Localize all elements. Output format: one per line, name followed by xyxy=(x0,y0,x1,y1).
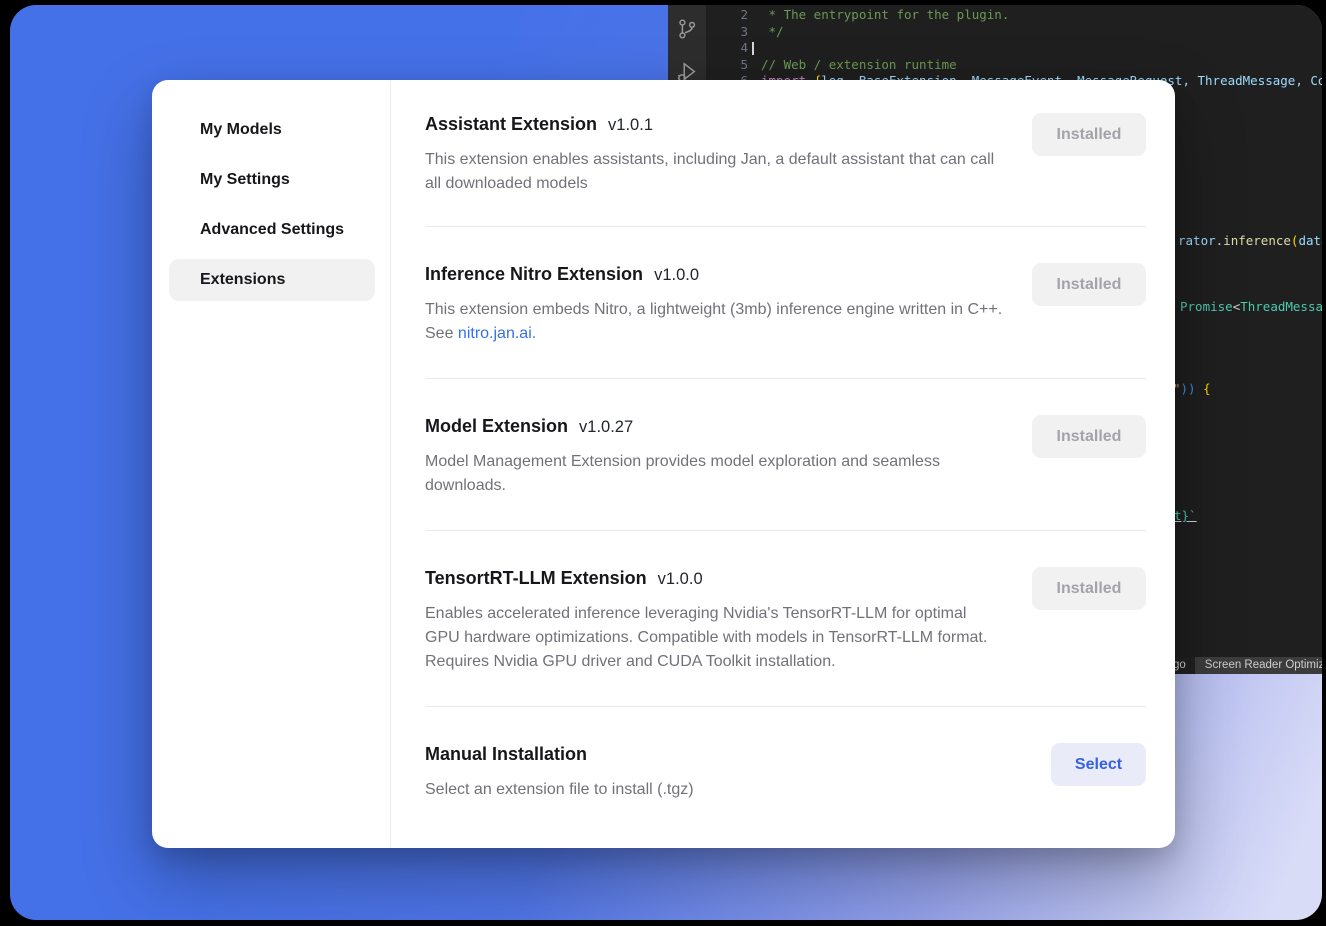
code-fragment-closing: ")) { xyxy=(1173,381,1211,398)
code-lines: 2 * The entrypoint for the plugin. 3 */ … xyxy=(706,7,1322,90)
select-file-button[interactable]: Select xyxy=(1051,743,1146,786)
line-number: 2 xyxy=(706,7,761,24)
extension-version: v1.0.1 xyxy=(608,116,653,135)
extension-name: Inference Nitro Extension xyxy=(425,263,643,285)
sidebar-item-my-models[interactable]: My Models xyxy=(152,105,390,155)
source-control-icon[interactable] xyxy=(676,17,698,41)
extension-row-tensorrt-llm: TensortRT-LLM Extension v1.0.0 Enables a… xyxy=(425,531,1146,707)
line-number: 3 xyxy=(706,24,761,41)
code-fragment-promise: Promise<ThreadMessage> xyxy=(1180,299,1322,316)
manual-install-description: Select an extension file to install (.tg… xyxy=(425,778,1005,802)
app-window: 2 * The entrypoint for the plugin. 3 */ … xyxy=(10,5,1322,920)
extension-name: Assistant Extension xyxy=(425,113,597,135)
extension-row-assistant: Assistant Extension v1.0.1 This extensio… xyxy=(425,80,1146,227)
installed-button[interactable]: Installed xyxy=(1032,263,1146,306)
extension-name: Model Extension xyxy=(425,415,568,437)
code-fragment-template-end: t}` xyxy=(1174,508,1197,525)
extension-row-inference-nitro: Inference Nitro Extension v1.0.0 This ex… xyxy=(425,227,1146,379)
sidebar-item-advanced-settings[interactable]: Advanced Settings xyxy=(152,205,390,255)
installed-button[interactable]: Installed xyxy=(1032,567,1146,610)
extension-description: This extension enables assistants, inclu… xyxy=(425,148,1005,196)
code-fragment-inference: rator.inference(data)); xyxy=(1178,233,1322,250)
code-line: 2 * The entrypoint for the plugin. xyxy=(706,7,1322,24)
extension-description: Enables accelerated inference leveraging… xyxy=(425,602,1005,674)
extension-row-manual-installation: Manual Installation Select an extension … xyxy=(425,707,1146,834)
extension-version: v1.0.0 xyxy=(654,266,699,285)
text-cursor xyxy=(752,42,754,55)
settings-sidebar: My Models My Settings Advanced Settings … xyxy=(152,80,391,848)
installed-button[interactable]: Installed xyxy=(1032,415,1146,458)
extension-version: v1.0.0 xyxy=(658,570,703,589)
sidebar-item-my-settings[interactable]: My Settings xyxy=(152,155,390,205)
settings-modal: My Models My Settings Advanced Settings … xyxy=(152,80,1175,848)
section-title: Manual Installation xyxy=(425,743,587,765)
extension-name: TensortRT-LLM Extension xyxy=(425,567,647,589)
line-number: 5 xyxy=(706,57,761,74)
nitro-jan-ai-link[interactable]: nitro.jan.ai. xyxy=(458,325,536,342)
extensions-panel: Assistant Extension v1.0.1 This extensio… xyxy=(391,80,1175,848)
extension-description: This extension embeds Nitro, a lightweig… xyxy=(425,298,1005,346)
sidebar-item-extensions[interactable]: Extensions xyxy=(169,259,375,301)
extension-version: v1.0.27 xyxy=(579,418,633,437)
installed-button[interactable]: Installed xyxy=(1032,113,1146,156)
extension-row-model: Model Extension v1.0.27 Model Management… xyxy=(425,379,1146,531)
code-line: 3 */ xyxy=(706,24,1322,41)
screen-reader-badge[interactable]: Screen Reader Optimized xyxy=(1195,657,1322,674)
code-line: 5 // Web / extension runtime xyxy=(706,57,1322,74)
code-line: 4 xyxy=(706,40,1322,57)
extension-description: Model Management Extension provides mode… xyxy=(425,450,1005,498)
